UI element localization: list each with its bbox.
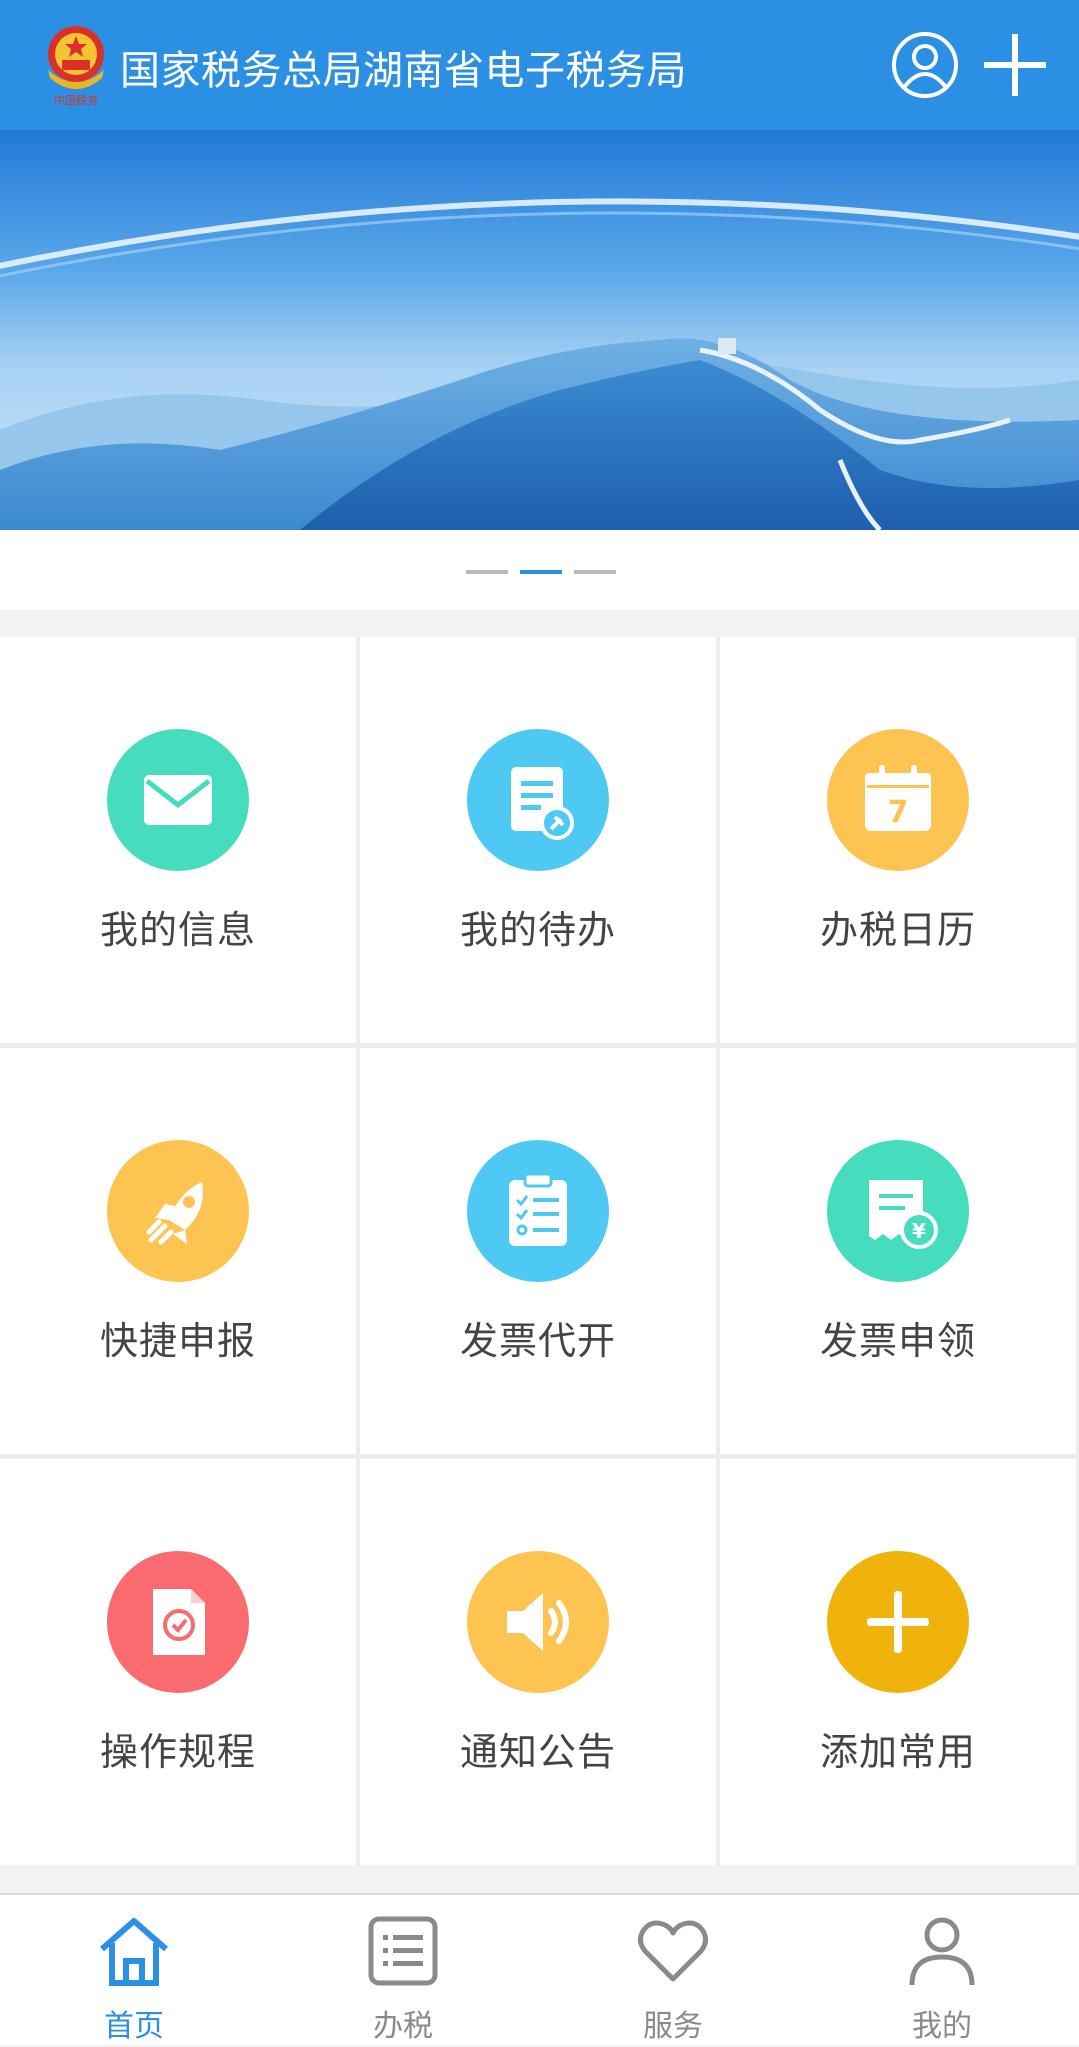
menu-item-my-info[interactable]: 我的信息: [0, 637, 356, 1043]
todo-document-icon: [467, 729, 609, 871]
banner-carousel[interactable]: [0, 130, 1079, 530]
menu-item-notices[interactable]: 通知公告: [360, 1459, 716, 1865]
rocket-icon: [107, 1140, 249, 1282]
carousel-indicator: [0, 530, 1079, 610]
bottom-tab-bar: 首页 办税 服务 我的: [0, 1893, 1079, 2045]
menu-item-label: 发票代开: [459, 1319, 616, 1363]
menu-item-label: 我的信息: [99, 908, 256, 952]
list-icon: [368, 1916, 438, 1986]
app-header: 中国税务 国家税务总局湖南省电子税务局: [0, 0, 1079, 130]
menu-item-label: 通知公告: [459, 1730, 616, 1774]
menu-item-label: 添加常用: [819, 1730, 976, 1774]
menu-item-my-todo[interactable]: 我的待办: [360, 637, 716, 1043]
menu-item-invoice-issuing[interactable]: 发票代开: [360, 1048, 716, 1454]
tab-service[interactable]: 服务: [573, 1895, 773, 2047]
menu-item-label: 办税日历: [819, 908, 976, 952]
menu-item-label: 快捷申报: [99, 1319, 256, 1363]
tab-mine[interactable]: 我的: [842, 1895, 1042, 2047]
plus-icon: [827, 1551, 969, 1693]
invoice-yen-icon: ¥: [827, 1140, 969, 1282]
mail-icon: [107, 729, 249, 871]
menu-item-add-favorite[interactable]: 添加常用: [720, 1459, 1076, 1865]
tab-home[interactable]: 首页: [34, 1895, 234, 2047]
tab-tax-label: 办税: [373, 2009, 433, 2044]
clipboard-checklist-icon: [467, 1140, 609, 1282]
calendar-icon: 7: [827, 729, 969, 871]
menu-item-label: 操作规程: [99, 1730, 256, 1774]
menu-item-quick-declare[interactable]: 快捷申报: [0, 1048, 356, 1454]
yen-symbol: ¥: [912, 1219, 926, 1243]
tab-service-label: 服务: [643, 2009, 703, 2044]
carousel-dot-1[interactable]: [466, 570, 508, 574]
menu-item-label: 发票申领: [819, 1319, 976, 1363]
add-plus-icon[interactable]: [980, 30, 1050, 100]
carousel-dot-2[interactable]: [520, 570, 562, 574]
tab-mine-label: 我的: [912, 2009, 972, 2044]
user-account-icon[interactable]: [890, 30, 960, 100]
tab-tax[interactable]: 办税: [303, 1895, 503, 2047]
carousel-dot-3[interactable]: [574, 570, 616, 574]
app-title: 国家税务总局湖南省电子税务局: [120, 48, 687, 94]
banner-great-wall-image: [0, 130, 1079, 530]
menu-item-label: 我的待办: [459, 908, 616, 952]
menu-item-operation-guide[interactable]: 操作规程: [0, 1459, 356, 1865]
menu-item-invoice-application[interactable]: ¥ 发票申领: [720, 1048, 1076, 1454]
service-menu-grid: 我的信息 我的待办 7 办税日历 快捷申报 发票代开 ¥ 发票申领 操作规程 通…: [0, 637, 1079, 1865]
guide-document-icon: [107, 1551, 249, 1693]
tax-emblem-logo: 中国税务: [48, 26, 104, 107]
person-icon: [909, 1917, 975, 1986]
tab-home-label: 首页: [104, 2009, 164, 2044]
home-icon: [100, 1918, 168, 1986]
speaker-icon: [467, 1551, 609, 1693]
menu-item-tax-calendar[interactable]: 7 办税日历: [720, 637, 1076, 1043]
calendar-day: 7: [888, 795, 909, 830]
heart-icon: [637, 1920, 709, 1982]
logo-text: 中国税务: [54, 93, 98, 107]
